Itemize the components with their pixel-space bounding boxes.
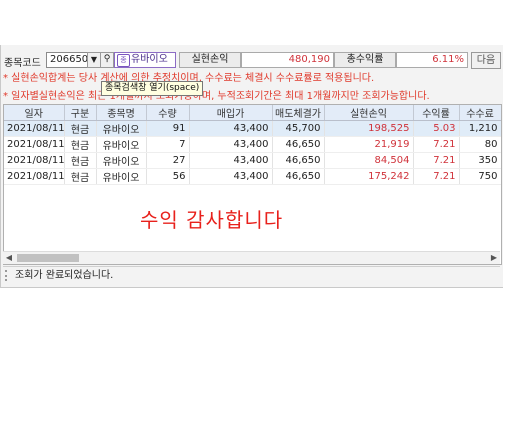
- table-row[interactable]: 2021/08/11 현금 유바이오 27 43,400 46,650 84,5…: [4, 152, 501, 169]
- stock-code-dropdown[interactable]: ▼: [87, 52, 101, 68]
- table-row[interactable]: 2021/08/11 현금 유바이오 56 43,400 46,650 175,…: [4, 168, 501, 185]
- profit-table: 일자 구분 종목명 수량 매입가 매도체결가 실현손익 수익률 수수료 2021…: [3, 104, 502, 265]
- grip-icon: [5, 269, 10, 281]
- table-row[interactable]: 2021/08/11 현금 유바이오 7 43,400 46,650 21,91…: [4, 136, 501, 153]
- col-header-buy-price[interactable]: 매입가: [189, 105, 273, 121]
- cell-sell-price: 46,650: [272, 136, 325, 153]
- cell-sell-price: 45,700: [272, 120, 325, 137]
- horizontal-scrollbar[interactable]: ◀ ▶: [3, 251, 500, 264]
- cell-buy-price: 43,400: [189, 152, 273, 169]
- col-header-date[interactable]: 일자: [4, 105, 65, 121]
- chevron-down-icon: ▼: [90, 55, 98, 64]
- cell-qty: 7: [146, 136, 190, 153]
- total-rate-value: 6.11%: [396, 52, 468, 68]
- cell-type: 현금: [64, 168, 97, 185]
- cell-stock: 유바이오: [96, 120, 147, 137]
- cell-stock: 유바이오: [96, 152, 147, 169]
- cell-buy-price: 43,400: [189, 120, 273, 137]
- stock-search-button[interactable]: ⚲: [100, 52, 114, 68]
- stock-search-tooltip: 종목검색창 열기(space): [101, 81, 204, 96]
- cell-profit: 21,919: [324, 136, 414, 153]
- stock-name: 유바이오: [131, 54, 168, 65]
- cell-sell-price: 46,650: [272, 168, 325, 185]
- cell-buy-price: 43,400: [189, 136, 273, 153]
- cell-fee: 750: [459, 168, 501, 185]
- cell-type: 현금: [64, 136, 97, 153]
- search-icon: ⚲: [103, 54, 111, 64]
- cell-qty: 91: [146, 120, 190, 137]
- cell-rate: 7.21: [413, 168, 460, 185]
- scroll-right-icon[interactable]: ▶: [488, 252, 500, 264]
- table-row[interactable]: 2021/08/11 현금 유바이오 91 43,400 45,700 198,…: [4, 120, 501, 137]
- col-header-stock[interactable]: 종목명: [96, 105, 147, 121]
- col-header-fee[interactable]: 수수료: [459, 105, 501, 121]
- notice-line-2: * 일자별실현손익은 최근 1개월까지 조회가능하며, 누적조회기간은 최대 1…: [3, 91, 430, 102]
- status-text: 조회가 완료되었습니다.: [15, 270, 114, 281]
- toolbar: 종목코드 206650 ▼ ⚲ 종 유바이오 실현손익 480,190 총수익률…: [0, 51, 503, 71]
- cell-qty: 27: [146, 152, 190, 169]
- profit-label: 실현손익: [179, 52, 241, 68]
- cell-profit: 175,242: [324, 168, 414, 185]
- cell-fee: 80: [459, 136, 501, 153]
- cell-sell-price: 46,650: [272, 152, 325, 169]
- col-header-rate[interactable]: 수익률: [413, 105, 460, 121]
- cell-buy-price: 43,400: [189, 168, 273, 185]
- scroll-thumb[interactable]: [17, 254, 79, 262]
- col-header-qty[interactable]: 수량: [146, 105, 190, 121]
- cell-date: 2021/08/11: [4, 136, 65, 153]
- stock-code-input[interactable]: 206650: [46, 52, 88, 68]
- col-header-profit[interactable]: 실현손익: [324, 105, 414, 121]
- cell-type: 현금: [64, 152, 97, 169]
- col-header-type[interactable]: 구분: [64, 105, 97, 121]
- cell-type: 현금: [64, 120, 97, 137]
- cell-profit: 84,504: [324, 152, 414, 169]
- status-bar: 조회가 완료되었습니다.: [3, 266, 500, 285]
- cell-fee: 1,210: [459, 120, 501, 137]
- cell-qty: 56: [146, 168, 190, 185]
- stock-name-field[interactable]: 종 유바이오: [114, 52, 176, 68]
- stock-code-label: 종목코드: [4, 58, 41, 69]
- cell-date: 2021/08/11: [4, 168, 65, 185]
- cell-rate: 7.21: [413, 152, 460, 169]
- overlay-thanks-text: 수익 감사합니다: [140, 208, 284, 232]
- total-rate-label: 총수익률: [334, 52, 396, 68]
- col-header-sell-price[interactable]: 매도체결가: [272, 105, 325, 121]
- stock-icon: 종: [117, 54, 130, 67]
- cell-profit: 198,525: [324, 120, 414, 137]
- window-edge: [503, 0, 509, 432]
- cell-stock: 유바이오: [96, 136, 147, 153]
- cell-date: 2021/08/11: [4, 152, 65, 169]
- profit-value: 480,190: [241, 52, 334, 68]
- table-header: 일자 구분 종목명 수량 매입가 매도체결가 실현손익 수익률 수수료: [4, 105, 501, 121]
- next-button[interactable]: 다음: [471, 52, 501, 69]
- cell-stock: 유바이오: [96, 168, 147, 185]
- cell-fee: 350: [459, 152, 501, 169]
- cell-rate: 7.21: [413, 136, 460, 153]
- cell-date: 2021/08/11: [4, 120, 65, 137]
- scroll-left-icon[interactable]: ◀: [3, 252, 15, 264]
- cell-rate: 5.03: [413, 120, 460, 137]
